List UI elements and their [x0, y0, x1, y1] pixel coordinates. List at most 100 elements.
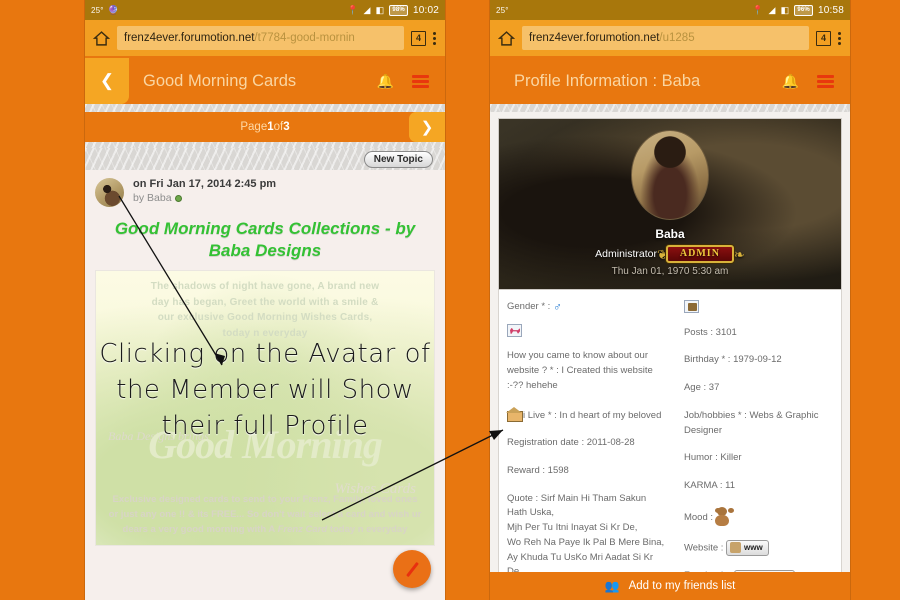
- computer-icon: [683, 300, 699, 313]
- website-house-icon: [730, 542, 742, 554]
- reward-label: Reward :: [507, 465, 546, 477]
- status-right-icons: 📍 ◢ ◧ 96% 10:58: [752, 4, 844, 16]
- bell-icon[interactable]: 🔔: [782, 73, 799, 90]
- status-left-icons: 🔮: [107, 4, 120, 15]
- wifi-icon: ◢: [363, 4, 371, 15]
- card-footer-line-1: Exclusive designed cards to send to your…: [112, 493, 418, 505]
- job-label: Job/hobbies * :: [683, 409, 747, 421]
- profile-field-posts: Posts : 3101: [684, 326, 833, 341]
- kebab-menu-icon[interactable]: [837, 31, 842, 45]
- registration-label: Registration date :: [507, 437, 585, 449]
- profile-rank-label: Administrator: [595, 248, 658, 260]
- house-icon: [506, 406, 523, 422]
- url-path: /t7784-good-mornin: [254, 32, 355, 44]
- post-date: on Fri Jan 17, 2014 2:45 pm: [133, 178, 277, 190]
- post-meta: on Fri Jan 17, 2014 2:45 pm by Baba: [133, 178, 276, 204]
- website-link-badge[interactable]: www: [726, 539, 769, 557]
- profile-field-age: Age : 37: [684, 381, 833, 396]
- status-clock: 10:58: [817, 4, 844, 16]
- profile-username: Baba: [655, 227, 685, 241]
- compose-fab-button[interactable]: [393, 550, 431, 588]
- url-input[interactable]: frenz4ever.forumotion.net/u1285: [522, 26, 809, 50]
- hamburger-menu-icon[interactable]: [412, 74, 429, 88]
- right-app-bar: Profile Information : Baba 🔔: [490, 58, 850, 104]
- status-right-icons: 📍 ◢ ◧ 98% 10:02: [347, 4, 439, 16]
- post-header: on Fri Jan 17, 2014 2:45 pm by Baba: [95, 178, 435, 207]
- right-phone-screen: 25° 📍 ◢ ◧ 96% 10:58 frenz4ever.forumotio…: [490, 0, 850, 600]
- home-icon[interactable]: [498, 30, 515, 47]
- card-headline-text: Good Morning: [148, 422, 383, 468]
- location-pin-icon: 📍: [347, 4, 359, 15]
- url-input[interactable]: frenz4ever.forumotion.net/t7784-good-mor…: [117, 26, 404, 50]
- quote-line-3: Wo Reh Na Paye Ik Pal B Mere Bina,: [507, 536, 665, 548]
- left-browser-url-bar: frenz4ever.forumotion.net/t7784-good-mor…: [85, 20, 445, 58]
- profile-field-reward: Reward : 1598: [507, 464, 668, 479]
- wifi-icon: ◢: [768, 4, 776, 15]
- card-footer-line-3: dears a very good morning with A Frenz C…: [104, 522, 426, 537]
- card-footer-3c: today n everyday: [327, 524, 408, 535]
- url-domain: frenz4ever.forumotion.net: [124, 32, 255, 44]
- karma-label: KARMA :: [683, 480, 723, 492]
- badge-right-curl-icon: ❧: [733, 246, 745, 262]
- profile-field-i-live: i Live * : In d heart of my beloved: [506, 406, 668, 424]
- age-value: 37: [706, 382, 720, 394]
- kebab-menu-icon[interactable]: [432, 31, 437, 45]
- add-to-friends-button[interactable]: 👥 Add to my friends list: [490, 572, 850, 600]
- i-live-value: In d heart of my beloved: [556, 409, 662, 421]
- karma-value: 11: [722, 480, 736, 492]
- birthday-label: Birthday * :: [683, 354, 731, 366]
- home-icon[interactable]: [93, 30, 110, 47]
- back-button[interactable]: ❮: [85, 58, 129, 104]
- pager-total: 3: [283, 121, 290, 133]
- tab-count-button[interactable]: 4: [411, 30, 426, 46]
- member-avatar[interactable]: [95, 178, 124, 207]
- profile-field-computer-icon-row: [683, 300, 833, 317]
- url-domain: frenz4ever.forumotion.net: [529, 32, 660, 44]
- add-to-friends-label: Add to my friends list: [628, 580, 736, 592]
- hamburger-menu-icon[interactable]: [817, 74, 834, 88]
- dachshund-dog-icon: [507, 323, 522, 337]
- profile-last-visit: Thu Jan 01, 1970 5:30 am: [611, 266, 729, 277]
- profile-field-mood: Mood :: [684, 506, 833, 527]
- profile-field-karma: KARMA : 11: [684, 479, 833, 494]
- notification-app-icon: 🔮: [107, 4, 120, 15]
- status-clock: 10:02: [412, 4, 439, 16]
- gender-label: Gender * :: [507, 301, 551, 312]
- left-phone-screen: 25° 🔮 📍 ◢ ◧ 98% 10:02 frenz4ever.forumot…: [85, 0, 445, 600]
- edit-pencil-icon: [405, 561, 419, 577]
- page-title: Profile Information : Baba: [514, 71, 701, 90]
- page-title: Good Morning Cards: [143, 71, 297, 90]
- greeting-card-image[interactable]: The shadows of night have gone, A brand …: [95, 270, 435, 547]
- new-topic-row: New Topic: [85, 148, 445, 170]
- posts-value: 3101: [713, 326, 737, 338]
- people-icon: 👥: [604, 579, 620, 593]
- profile-rank-row: Administrator ❦ ADMIN ❧: [499, 245, 841, 263]
- bell-icon[interactable]: 🔔: [377, 73, 394, 90]
- post-author-name[interactable]: Baba: [147, 192, 172, 204]
- battery-indicator: 98%: [389, 4, 408, 16]
- card-footer-3b: Frenz Card: [277, 524, 328, 535]
- quote-line-1: Quote : Sirf Main Hi Tham Sakun Hath Usk…: [507, 492, 647, 519]
- tab-count-button[interactable]: 4: [816, 30, 831, 46]
- url-path: /u1285: [659, 32, 695, 44]
- profile-right-column: Posts : 3101 Birthday * : 1979-09-12 Age…: [676, 300, 841, 583]
- quote-line-2: Mjh Per Tu Itni Inayat Si Kr De,: [507, 522, 638, 534]
- teddy-bear-icon: [713, 506, 731, 527]
- post-author-prefix: by: [133, 192, 148, 204]
- screenshot-stage: 25° 🔮 📍 ◢ ◧ 98% 10:02 frenz4ever.forumot…: [0, 0, 900, 600]
- left-app-bar: ❮ Good Morning Cards 🔔: [85, 58, 445, 104]
- profile-avatar[interactable]: [631, 130, 709, 220]
- profile-field-birthday: Birthday * : 1979-09-12: [684, 353, 833, 368]
- right-browser-url-bar: frenz4ever.forumotion.net/u1285 4: [490, 20, 850, 58]
- birthday-value: 1979-09-12: [730, 354, 782, 366]
- profile-field-dog-icon-row: [507, 323, 668, 341]
- pager-prefix: Page: [240, 121, 268, 133]
- post-title: Good Morning Cards Collections - by Baba…: [114, 219, 416, 261]
- card-verse-text: The shadows of night have gone, A brand …: [150, 281, 380, 339]
- profile-left-column: Gender * : How you came to know about ou…: [499, 300, 676, 583]
- new-topic-button[interactable]: New Topic: [363, 150, 433, 168]
- next-page-button[interactable]: ❯: [409, 112, 445, 142]
- cell-signal-icon: ◧: [375, 4, 385, 15]
- card-footer-line-2: or just any one !! & its FREE... So don'…: [108, 508, 422, 520]
- profile-details-body: Gender * : How you came to know about ou…: [498, 290, 842, 584]
